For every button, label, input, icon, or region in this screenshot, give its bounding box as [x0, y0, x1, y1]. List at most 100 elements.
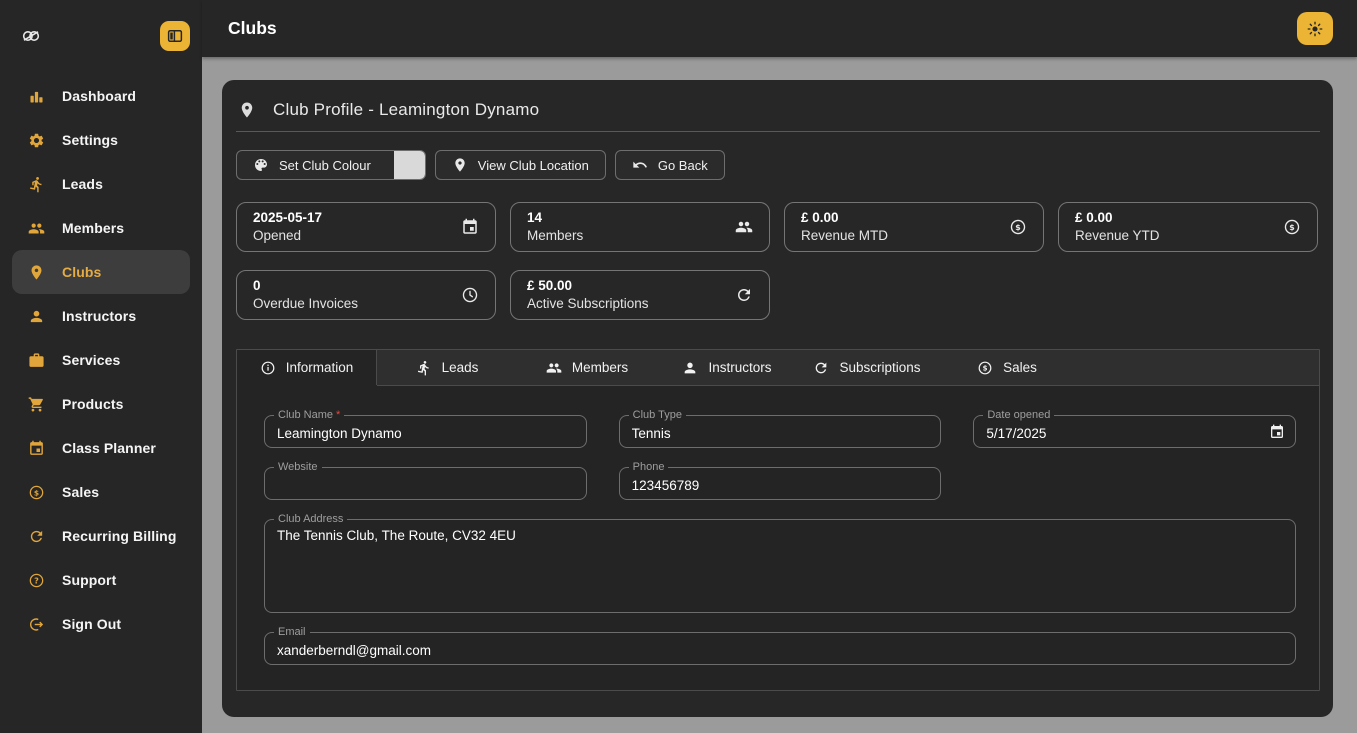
- club-address-textarea[interactable]: The Tennis Club, The Route, CV32 4EU: [265, 520, 1295, 612]
- app-window: Dashboard Settings Leads Members Clubs I…: [0, 0, 1357, 733]
- sidebar-item-instructors[interactable]: Instructors: [12, 294, 190, 338]
- email-input[interactable]: [265, 633, 1295, 664]
- date-opened-label: Date opened: [983, 409, 1054, 422]
- tab-label: Members: [572, 360, 628, 375]
- view-club-location-button[interactable]: View Club Location: [435, 150, 606, 180]
- sidebar-toggle-icon: [166, 27, 184, 45]
- dollar-circle-icon: $: [1283, 218, 1301, 236]
- club-colour-swatch: [394, 150, 425, 180]
- undo-arrow-icon: [632, 157, 648, 173]
- sidebar-item-services[interactable]: Services: [12, 338, 190, 382]
- club-name-field[interactable]: Club Name*: [264, 415, 587, 448]
- sidebar-item-label: Settings: [62, 132, 118, 148]
- stat-label: Overdue Invoices: [253, 295, 358, 313]
- logo-rings-icon: [20, 25, 42, 47]
- email-label: Email: [274, 626, 310, 639]
- tab-label: Instructors: [708, 360, 771, 375]
- club-address-field[interactable]: Club Address The Tennis Club, The Route,…: [264, 519, 1296, 613]
- title-divider: [236, 131, 1320, 132]
- sidebar-item-products[interactable]: Products: [12, 382, 190, 426]
- stat-label: Opened: [253, 227, 322, 245]
- tab-members[interactable]: Members: [517, 350, 657, 385]
- svg-text:?: ?: [34, 575, 39, 585]
- dollar-circle-icon: $: [28, 484, 45, 501]
- sidebar-item-label: Class Planner: [62, 440, 156, 456]
- sidebar-item-sign-out[interactable]: Sign Out: [12, 602, 190, 646]
- sidebar-item-settings[interactable]: Settings: [12, 118, 190, 162]
- clock-icon: [461, 286, 479, 304]
- date-opened-field[interactable]: Date opened: [973, 415, 1296, 448]
- sidebar-item-dashboard[interactable]: Dashboard: [12, 74, 190, 118]
- calendar-icon: [28, 440, 45, 457]
- sun-icon: [1306, 20, 1324, 38]
- sidebar-toggle-button[interactable]: [160, 21, 190, 51]
- refresh-icon: [28, 528, 45, 545]
- stat-label: Revenue MTD: [801, 227, 888, 245]
- sign-out-icon: [28, 616, 45, 633]
- sidebar-item-leads[interactable]: Leads: [12, 162, 190, 206]
- sidebar-item-label: Members: [62, 220, 124, 236]
- runner-icon: [416, 360, 432, 376]
- club-type-label: Club Type: [629, 409, 686, 422]
- sidebar-item-support[interactable]: ? Support: [12, 558, 190, 602]
- sidebar-item-label: Clubs: [62, 264, 101, 280]
- sidebar-item-recurring-billing[interactable]: Recurring Billing: [12, 514, 190, 558]
- stat-card-members: 14 Members: [510, 202, 770, 252]
- phone-field[interactable]: Phone: [619, 467, 942, 500]
- cart-icon: [28, 396, 45, 413]
- grid-spacer: [973, 467, 1296, 500]
- club-tab-panel: Information Leads Members Instructo: [236, 349, 1320, 691]
- page-title: Clubs: [228, 18, 277, 39]
- stat-card-overdue-invoices: 0 Overdue Invoices: [236, 270, 496, 320]
- sidebar-item-sales[interactable]: $ Sales: [12, 470, 190, 514]
- svg-text:$: $: [1289, 223, 1294, 232]
- stat-value: £ 0.00: [801, 209, 888, 227]
- sidebar-item-clubs[interactable]: Clubs: [12, 250, 190, 294]
- tab-label: Subscriptions: [839, 360, 920, 375]
- club-profile-card: Club Profile - Leamington Dynamo Set Clu…: [222, 80, 1333, 717]
- sidebar-item-members[interactable]: Members: [12, 206, 190, 250]
- dollar-circle-icon: $: [1009, 218, 1027, 236]
- location-pin-icon: [28, 264, 45, 281]
- club-profile-title: Club Profile - Leamington Dynamo: [273, 100, 539, 120]
- tab-instructors[interactable]: Instructors: [657, 350, 797, 385]
- sidebar-item-label: Leads: [62, 176, 103, 192]
- calendar-icon: [461, 218, 479, 236]
- theme-toggle-button[interactable]: [1297, 12, 1333, 45]
- location-pin-icon: [238, 101, 256, 119]
- sidebar-item-label: Dashboard: [62, 88, 136, 104]
- set-club-colour-button[interactable]: Set Club Colour: [236, 150, 426, 180]
- calendar-icon[interactable]: [1269, 424, 1285, 440]
- tab-sales[interactable]: $ Sales: [937, 350, 1077, 385]
- svg-text:$: $: [983, 364, 988, 372]
- sidebar-item-label: Instructors: [62, 308, 136, 324]
- refresh-icon: [735, 286, 753, 304]
- phone-label: Phone: [629, 461, 669, 474]
- tab-leads[interactable]: Leads: [377, 350, 517, 385]
- stat-card-revenue-mtd: £ 0.00 Revenue MTD $: [784, 202, 1044, 252]
- tab-information[interactable]: Information: [237, 350, 377, 385]
- gear-icon: [28, 132, 45, 149]
- sidebar-header: [0, 0, 202, 57]
- tab-subscriptions[interactable]: Subscriptions: [797, 350, 937, 385]
- sidebar: Dashboard Settings Leads Members Clubs I…: [0, 0, 202, 733]
- person-icon: [28, 308, 45, 325]
- header: Clubs: [202, 0, 1357, 57]
- club-info-form: Club Name* Club Type Date opened: [264, 415, 1296, 665]
- email-field[interactable]: Email: [264, 632, 1296, 665]
- stat-value: £ 50.00: [527, 277, 649, 295]
- website-field[interactable]: Website: [264, 467, 587, 500]
- sidebar-item-class-planner[interactable]: Class Planner: [12, 426, 190, 470]
- stat-card-active-subscriptions: £ 50.00 Active Subscriptions: [510, 270, 770, 320]
- club-type-field[interactable]: Club Type: [619, 415, 942, 448]
- location-pin-icon: [452, 157, 468, 173]
- stat-cards-grid: 2025-05-17 Opened 14 Members £ 0.00 Reve…: [236, 202, 1320, 320]
- website-label: Website: [274, 461, 322, 474]
- svg-text:$: $: [1015, 223, 1020, 232]
- go-back-button[interactable]: Go Back: [615, 150, 725, 180]
- people-icon: [735, 218, 753, 236]
- tab-label: Information: [286, 360, 354, 375]
- information-tab-content: Club Name* Club Type Date opened: [237, 386, 1319, 690]
- briefcase-icon: [28, 352, 45, 369]
- stat-value: 14: [527, 209, 583, 227]
